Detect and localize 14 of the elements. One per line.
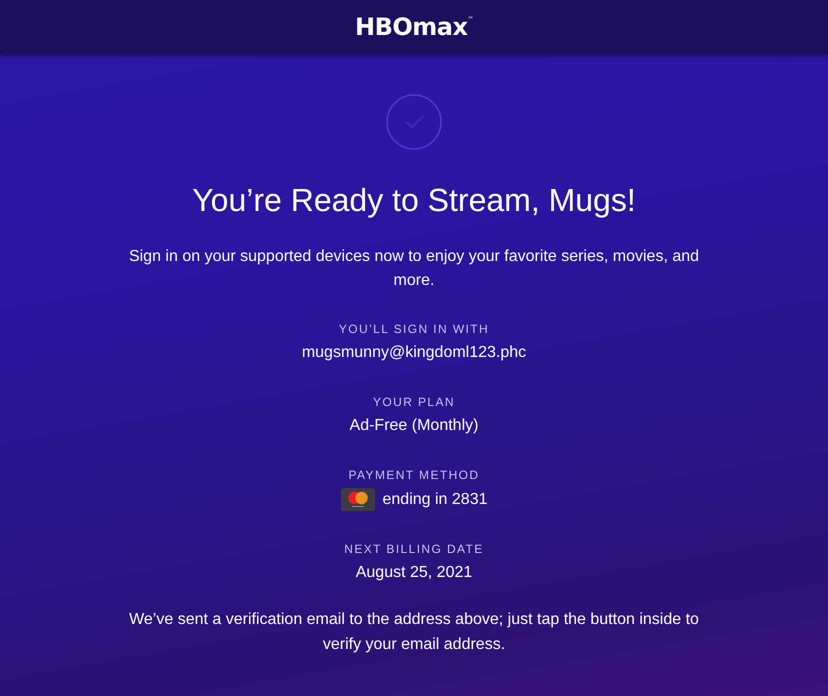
- intro-text: Sign in on your supported devices now to enjoy your favorite series, movies, and more.: [128, 247, 700, 291]
- card-icon: [340, 488, 374, 511]
- page-title: You’re Ready to Stream, Mugs!: [192, 181, 636, 219]
- detail-value: ending in 2831: [382, 490, 488, 510]
- detail-label: YOUR PLAN: [373, 394, 455, 410]
- detail-value: Ad-Free (Monthly): [350, 416, 478, 436]
- detail-label: PAYMENT METHOD: [348, 467, 480, 483]
- detail-label: YOU’LL SIGN IN WITH: [338, 321, 490, 337]
- verification-note: We’ve sent a verification email to the address above; just tap the button inside to verify your email address.: [128, 610, 700, 655]
- logo[interactable]: HBOmax$^{™}$: [355, 6, 473, 40]
- check-circle-icon: [386, 94, 442, 150]
- detail-value: mugsmunny@kingdoml123.phc: [302, 343, 526, 363]
- detail-value: August 25, 2021: [356, 563, 472, 583]
- detail-label: NEXT BILLING DATE: [344, 541, 484, 557]
